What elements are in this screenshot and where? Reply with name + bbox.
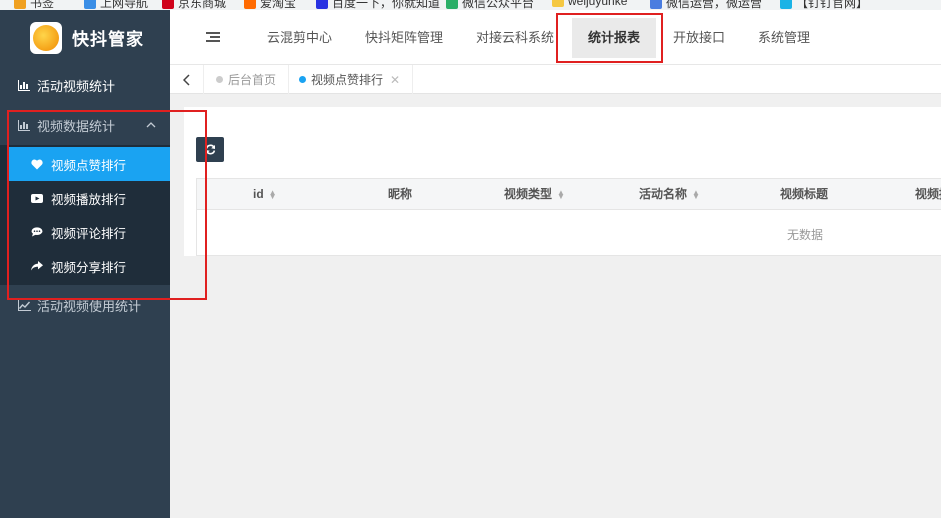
nav-tab-cloud-system[interactable]: 对接云科系统 bbox=[476, 10, 554, 65]
tabs-scroll-left-icon[interactable] bbox=[170, 65, 204, 94]
nav-tab-statistics-reports[interactable]: 统计报表 bbox=[572, 18, 657, 58]
bookmark-item[interactable]: 微信运营，微运营 bbox=[650, 0, 762, 10]
sidebar-item-label: 活动视频统计 bbox=[37, 78, 116, 94]
bar-chart-icon bbox=[17, 79, 31, 91]
heart-icon bbox=[30, 159, 44, 170]
column-header-activity-name[interactable]: 活动名称 ▲ ▼ bbox=[639, 179, 700, 210]
table-header: id▲▼ 昵称 视频类型▲▼ 活动名称▲▼ 视频标题 视频播 bbox=[197, 179, 941, 210]
tab-status-dot bbox=[299, 76, 306, 83]
bookmark-item[interactable]: 爱淘宝 bbox=[244, 0, 296, 10]
sidebar-item-video-play-ranking[interactable]: 视频播放排行 bbox=[0, 181, 170, 215]
sidebar-item-label: 活动视频使用统计 bbox=[37, 298, 142, 314]
sidebar-item-label: 视频点赞排行 bbox=[51, 158, 127, 173]
share-icon bbox=[30, 261, 44, 271]
sidebar-item-activity-video-stats[interactable]: 活动视频统计 bbox=[0, 65, 170, 105]
nav-tab-open-api[interactable]: 开放接口 bbox=[673, 10, 725, 65]
brand-logo[interactable]: 快抖管家 bbox=[0, 10, 170, 65]
column-header-nickname: 昵称 bbox=[388, 187, 413, 201]
globe-icon bbox=[84, 0, 96, 9]
tab-status-dot bbox=[216, 76, 223, 83]
nav-tab-system-management[interactable]: 系统管理 bbox=[758, 10, 810, 65]
sidebar-item-video-comment-ranking[interactable]: 视频评论排行 bbox=[0, 215, 170, 249]
column-header-video-type[interactable]: 视频类型 ▲ ▼ bbox=[504, 179, 565, 210]
line-chart-icon bbox=[17, 299, 31, 311]
bookmark-item[interactable]: weijuyunke bbox=[552, 0, 627, 8]
nav-tab-matrix-management[interactable]: 快抖矩阵管理 bbox=[365, 10, 443, 65]
bar-chart-icon bbox=[17, 119, 31, 131]
taobao-icon bbox=[244, 0, 256, 9]
wechat-icon bbox=[446, 0, 458, 9]
refresh-icon bbox=[205, 144, 215, 155]
brand-name: 快抖管家 bbox=[72, 30, 144, 49]
page-tab-video-like-ranking[interactable]: 视频点赞排行 ✕ bbox=[287, 65, 414, 94]
sidebar-item-label: 视频播放排行 bbox=[51, 192, 127, 207]
page-tabs-bar: 后台首页 视频点赞排行 ✕ bbox=[170, 65, 941, 94]
table-panel: id▲▼ 昵称 视频类型▲▼ 活动名称▲▼ 视频标题 视频播 bbox=[184, 107, 941, 256]
bookmark-item[interactable]: 【钉钉官网】 bbox=[780, 0, 868, 10]
top-navigation: 云混剪中心 快抖矩阵管理 对接云科系统 统计报表 开放接口 系统管理 bbox=[170, 10, 941, 65]
bookmark-item[interactable]: 上网导航 bbox=[84, 0, 148, 10]
chevron-up-icon bbox=[146, 119, 156, 131]
bookmark-item[interactable]: 书签 bbox=[14, 0, 54, 10]
logo-icon bbox=[30, 21, 62, 54]
main-content: id▲▼ 昵称 视频类型▲▼ 活动名称▲▼ 视频标题 视频播 bbox=[170, 94, 941, 518]
bookmark-item[interactable]: 百度一下，你就知道 bbox=[316, 0, 440, 10]
sidebar-item-label: 视频评论排行 bbox=[51, 226, 127, 241]
bookmarks-bar: 书签 上网导航 京东商城 爱淘宝 百度一下，你就知道 微信公众平台 weijuy… bbox=[0, 0, 941, 10]
sidebar: 快抖管家 活动视频统计 视频数据统计 视频点赞排行 视频播放排行 视频评论排行 … bbox=[0, 10, 170, 518]
dingtalk-icon bbox=[780, 0, 792, 9]
close-icon[interactable]: ✕ bbox=[390, 73, 400, 87]
baidu-icon bbox=[316, 0, 328, 9]
column-header-id[interactable]: id ▲ ▼ bbox=[253, 179, 277, 210]
sidebar-item-video-like-ranking[interactable]: 视频点赞排行 bbox=[8, 147, 170, 181]
bookmark-item[interactable]: 微信公众平台 bbox=[446, 0, 534, 10]
column-header-video-title: 视频标题 bbox=[780, 187, 829, 201]
sidebar-item-label: 视频分享排行 bbox=[51, 260, 127, 275]
star-icon bbox=[14, 0, 26, 9]
nav-tab-cloud-remix[interactable]: 云混剪中心 bbox=[267, 10, 332, 65]
sidebar-item-video-data-stats[interactable]: 视频数据统计 bbox=[0, 105, 170, 145]
submenu-video-data-stats: 视频点赞排行 视频播放排行 视频评论排行 视频分享排行 bbox=[0, 145, 170, 285]
empty-state-text: 无数据 bbox=[787, 228, 824, 242]
column-header-video-plays: 视频播 bbox=[915, 187, 941, 201]
data-table: id▲▼ 昵称 视频类型▲▼ 活动名称▲▼ 视频标题 视频播 bbox=[196, 178, 941, 256]
sort-icon: ▲ ▼ bbox=[557, 187, 565, 201]
bookmark-item[interactable]: 京东商城 bbox=[162, 0, 226, 10]
comment-icon bbox=[30, 227, 44, 237]
link-icon bbox=[650, 0, 662, 9]
sort-icon: ▲ ▼ bbox=[268, 187, 277, 201]
sort-icon: ▲ ▼ bbox=[692, 187, 700, 201]
jd-icon bbox=[162, 0, 174, 9]
page-tab-home[interactable]: 后台首页 bbox=[204, 65, 290, 94]
table-body: 无数据 bbox=[197, 210, 941, 256]
refresh-button[interactable] bbox=[196, 137, 224, 162]
play-icon bbox=[30, 193, 44, 203]
sidebar-item-video-share-ranking[interactable]: 视频分享排行 bbox=[0, 249, 170, 283]
menu-toggle-icon[interactable] bbox=[206, 28, 220, 46]
sidebar-item-label: 视频数据统计 bbox=[37, 118, 116, 134]
sidebar-item-activity-video-usage-stats[interactable]: 活动视频使用统计 bbox=[0, 285, 170, 325]
folder-icon bbox=[552, 0, 564, 7]
